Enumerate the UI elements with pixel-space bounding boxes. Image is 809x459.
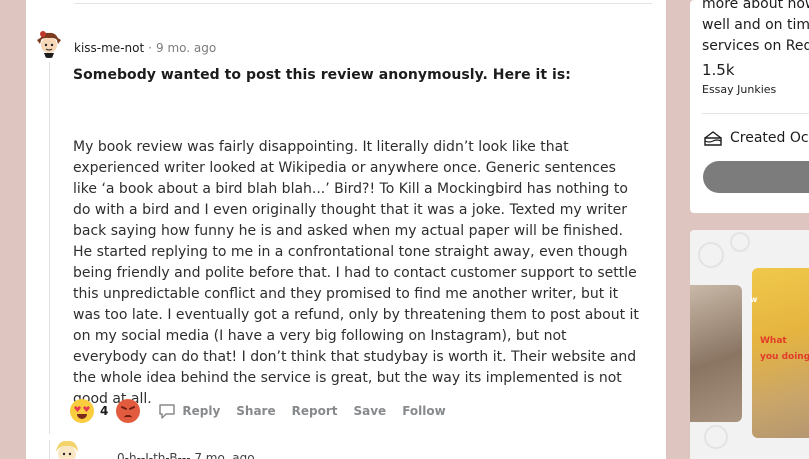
promo-caption: What you doing bbox=[760, 333, 809, 365]
community-description: more about how well and on time services… bbox=[702, 0, 809, 54]
pattern-decoration bbox=[704, 425, 728, 449]
comment-bubble-icon[interactable] bbox=[158, 402, 176, 420]
heart-eyes-emoji-icon[interactable] bbox=[70, 399, 94, 423]
comment-action-bar: 4 Reply Share Report Save Follow bbox=[70, 397, 462, 425]
thread-line[interactable] bbox=[49, 440, 50, 459]
angry-face-emoji-icon[interactable] bbox=[116, 399, 141, 423]
promo-caption: w bbox=[750, 295, 758, 304]
comment-time[interactable]: 9 mo. ago bbox=[156, 41, 216, 55]
join-button[interactable] bbox=[703, 161, 809, 193]
thread-line[interactable] bbox=[49, 62, 50, 434]
promo-caption-line: What bbox=[760, 336, 787, 346]
save-button[interactable]: Save bbox=[353, 404, 386, 418]
promoted-card[interactable]: w What you doing bbox=[690, 230, 809, 459]
avatar-character-icon bbox=[37, 31, 61, 58]
avatar-character-icon bbox=[56, 440, 78, 459]
member-count: 1.5k bbox=[702, 61, 735, 79]
reply-button[interactable]: Reply bbox=[182, 404, 220, 418]
divider bbox=[74, 3, 652, 4]
comment-title: Somebody wanted to post this review anon… bbox=[73, 67, 571, 83]
reaction-count: 4 bbox=[100, 404, 109, 418]
report-button[interactable]: Report bbox=[292, 404, 338, 418]
community-info-card: more about how well and on time services… bbox=[690, 0, 809, 213]
avatar[interactable] bbox=[52, 437, 82, 459]
created-date: Created Oct bbox=[730, 130, 809, 146]
share-button[interactable]: Share bbox=[236, 404, 275, 418]
divider bbox=[702, 113, 809, 114]
next-comment-meta[interactable]: 0-h--I-th-B--- 7 mo. ago bbox=[117, 451, 255, 459]
separator-dot: · bbox=[148, 41, 152, 55]
pattern-decoration bbox=[730, 232, 750, 252]
comment-meta: kiss-me-not · 9 mo. ago bbox=[74, 41, 216, 55]
promo-image[interactable] bbox=[690, 285, 742, 422]
promo-caption-line: you doing bbox=[760, 352, 809, 362]
comment-body: My book review was fairly disappointing.… bbox=[73, 139, 639, 407]
comment-thread-card: kiss-me-not · 9 mo. ago Somebody wanted to… bbox=[26, 0, 666, 459]
avatar[interactable] bbox=[34, 28, 64, 58]
cake-icon bbox=[703, 128, 723, 148]
comment-author[interactable]: kiss-me-not bbox=[74, 41, 144, 55]
follow-button[interactable]: Follow bbox=[402, 404, 446, 418]
member-label: Essay Junkies bbox=[702, 83, 777, 96]
pattern-decoration bbox=[698, 242, 724, 268]
